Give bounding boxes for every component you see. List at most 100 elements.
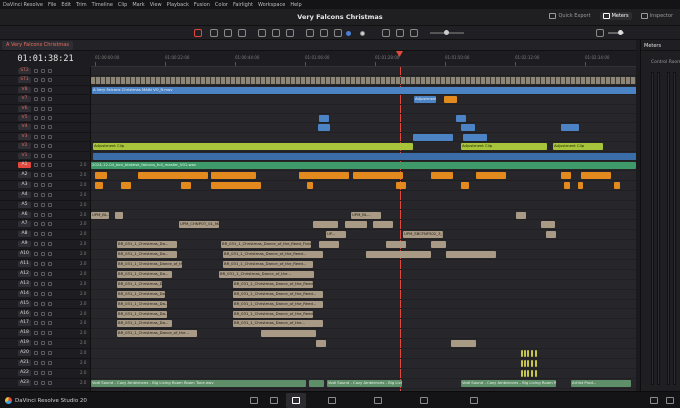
timeline-clip[interactable] <box>307 181 313 189</box>
timeline-clip[interactable] <box>316 340 326 348</box>
track-id-label[interactable]: V2 <box>18 143 31 150</box>
track-id-label[interactable]: A14 <box>18 290 31 297</box>
timeline-clip[interactable] <box>319 241 339 249</box>
timeline-clip[interactable]: BR_031_1_Christmas_Dance_of_the... <box>117 261 182 268</box>
enable-icon[interactable] <box>48 202 52 207</box>
track-header-a22[interactable]: A22 2.0 <box>0 369 91 379</box>
track-header-v3[interactable]: V3 <box>0 133 91 143</box>
auto-select-icon[interactable] <box>41 69 45 73</box>
menu-item-help[interactable]: Help <box>290 2 301 8</box>
lock-icon[interactable] <box>34 291 38 296</box>
timeline-clip[interactable] <box>396 181 406 189</box>
timeline-clip[interactable]: Vodi Sound - Cozy Ambiences - Big Living… <box>91 379 306 387</box>
enable-icon[interactable] <box>48 106 52 111</box>
track-lane[interactable] <box>91 123 636 133</box>
track-header-a10[interactable]: A10 2.0 <box>0 250 91 260</box>
timeline-clip[interactable] <box>456 115 466 122</box>
lock-icon[interactable] <box>34 262 38 266</box>
track-header-a2[interactable]: A2 2.0 <box>0 171 91 181</box>
blade-tool-icon[interactable] <box>238 29 246 37</box>
enable-icon[interactable] <box>48 370 52 375</box>
track-id-label[interactable]: V6 <box>18 105 31 112</box>
timeline-clip[interactable]: A Very Falcons Christmas MAIN VO_R.mov <box>92 86 636 94</box>
lock-icon[interactable] <box>34 331 38 336</box>
timeline-clip[interactable]: BR_031_1_Christmas_Da... <box>117 241 177 249</box>
linked-selection-icon[interactable] <box>320 29 328 37</box>
timeline-clip[interactable]: BR_031_1_Christmas_Da... <box>117 300 167 308</box>
track-lane[interactable] <box>91 359 636 369</box>
lock-icon[interactable] <box>34 106 38 111</box>
timecode-display[interactable]: 01:01:38:21 <box>0 51 91 67</box>
timeline-clip[interactable]: BR_031_1_Christmas_Da... <box>117 251 177 259</box>
timeline-clip[interactable] <box>431 171 453 179</box>
timeline-clip[interactable]: Vodi Sound - Cozy Ambiences - Big Living… <box>327 379 402 387</box>
timeline-clip[interactable] <box>527 350 529 358</box>
track-header-v1[interactable]: V1 <box>0 152 91 161</box>
timeline-clip[interactable] <box>345 221 367 229</box>
timeline-clip[interactable] <box>527 360 529 367</box>
track-lane[interactable] <box>91 310 636 320</box>
auto-select-icon[interactable] <box>41 172 45 177</box>
menu-item-playback[interactable]: Playback <box>167 2 189 8</box>
track-id-label[interactable]: A13 <box>18 280 31 287</box>
enable-icon[interactable] <box>48 311 52 316</box>
enable-icon[interactable] <box>48 116 52 120</box>
timeline-clip[interactable] <box>309 379 324 387</box>
timeline-clip[interactable] <box>581 171 611 179</box>
auto-select-icon[interactable] <box>41 212 45 217</box>
timeline-clip[interactable] <box>461 181 469 189</box>
dynamic-trim-icon[interactable] <box>224 29 232 37</box>
auto-select-icon[interactable] <box>41 252 45 257</box>
track-id-label[interactable]: A20 <box>18 350 31 357</box>
enable-icon[interactable] <box>48 163 52 167</box>
track-id-label[interactable]: A5 <box>18 201 31 208</box>
track-header-a12[interactable]: A12 2.0 <box>0 270 91 280</box>
enable-icon[interactable] <box>48 341 52 346</box>
timeline-clip[interactable]: BR_031_1_Christmas_Dance_of_the_Reed... <box>233 310 313 318</box>
timeline-clip[interactable]: BR_031_1_Christmas_Dance_of_the_Reed... <box>223 261 313 268</box>
track-header-a16[interactable]: A16 2.0 <box>0 310 91 320</box>
track-lane[interactable] <box>91 349 636 359</box>
inspector-button[interactable]: Inspector <box>638 12 676 20</box>
lock-icon[interactable] <box>34 192 38 197</box>
timeline-clip[interactable] <box>531 360 533 367</box>
track-header-a8[interactable]: A8 2.0 <box>0 230 91 241</box>
lock-icon[interactable] <box>34 271 38 276</box>
insert-clip-icon[interactable] <box>258 29 266 37</box>
track-id-label[interactable]: A18 <box>18 330 31 337</box>
track-id-label[interactable]: ST2 <box>18 68 31 74</box>
timeline-clip[interactable]: BR_031_1_Christmas_Dance_of_the... <box>219 270 314 278</box>
auto-select-icon[interactable] <box>41 106 45 111</box>
auto-select-icon[interactable] <box>41 182 45 187</box>
timeline-clip[interactable] <box>564 181 570 189</box>
timeline-clip[interactable]: BR_031_1_Christmas_Dance_of_the_Reed... <box>233 300 323 308</box>
timeline-clip[interactable] <box>451 340 476 348</box>
track-id-label[interactable]: A15 <box>18 300 31 307</box>
timeline-clip[interactable] <box>521 369 523 377</box>
track-id-label[interactable]: A3 <box>18 181 31 188</box>
zoom-custom-icon[interactable] <box>410 29 418 37</box>
overwrite-clip-icon[interactable] <box>272 29 280 37</box>
track-lane[interactable] <box>91 290 636 300</box>
cut-page-icon[interactable] <box>270 397 278 404</box>
auto-select-icon[interactable] <box>41 351 45 356</box>
timeline-clip[interactable] <box>578 181 583 189</box>
auto-select-icon[interactable] <box>41 341 45 346</box>
track-header-a21[interactable]: A21 2.0 <box>0 359 91 369</box>
enable-icon[interactable] <box>48 87 52 92</box>
menu-item-fairlight[interactable]: Fairlight <box>233 2 253 8</box>
menu-item-timeline[interactable]: Timeline <box>92 2 113 8</box>
timeline-clip[interactable] <box>138 171 208 179</box>
volume-slider[interactable] <box>608 30 624 35</box>
track-lane[interactable] <box>91 369 636 379</box>
timeline-clip[interactable] <box>516 211 526 219</box>
timeline-clip[interactable] <box>535 369 537 377</box>
track-id-label[interactable]: A11 <box>18 261 31 267</box>
timeline-clip[interactable]: UP... <box>326 231 346 239</box>
track-lane[interactable] <box>91 114 636 124</box>
settings-icon[interactable] <box>666 397 674 404</box>
lock-icon[interactable] <box>34 361 38 365</box>
auto-select-icon[interactable] <box>41 370 45 375</box>
auto-select-icon[interactable] <box>41 242 45 247</box>
zoom-detail-icon[interactable] <box>396 29 404 37</box>
